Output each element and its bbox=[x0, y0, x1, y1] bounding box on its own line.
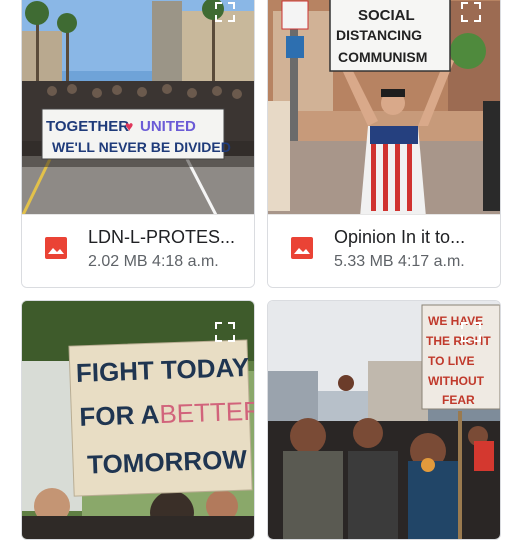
expand-icon[interactable] bbox=[214, 321, 236, 343]
file-details: 2.02 MB 4:18 a.m. bbox=[88, 253, 219, 271]
sign-text-better: BETTER bbox=[159, 396, 254, 430]
sign-text-line5: FEAR bbox=[442, 393, 475, 407]
file-card[interactable]: WE HAVE THE RIGHT TO LIVE WITHOUT FEAR bbox=[267, 300, 501, 540]
file-time: 4:17 a.m. bbox=[398, 253, 465, 270]
sign-text-line1: FIGHT TODAY bbox=[75, 352, 249, 388]
file-card[interactable]: TOGETHER ♥ UNITED WE'LL NEVER BE DIVIDED… bbox=[21, 0, 255, 288]
sign-text-line1: SOCIAL bbox=[358, 7, 415, 24]
sign-text-line3: TOMORROW bbox=[87, 444, 248, 480]
protest-photo-2: SOCIAL DISTANCING COMMUNISM bbox=[268, 0, 500, 217]
image-thumbnail[interactable]: TOGETHER ♥ UNITED WE'LL NEVER BE DIVIDED bbox=[22, 0, 254, 217]
expand-icon[interactable] bbox=[214, 1, 236, 23]
file-size: 5.33 MB bbox=[334, 253, 394, 270]
svg-text:♥: ♥ bbox=[125, 118, 133, 134]
sign-text-united: UNITED bbox=[140, 118, 196, 135]
protest-photo-1: TOGETHER ♥ UNITED WE'LL NEVER BE DIVIDED bbox=[22, 0, 254, 217]
file-meta: LDN-L-PROTES... 2.02 MB 4:18 a.m. bbox=[22, 214, 254, 287]
sign-text-line1: TOGETHER bbox=[46, 118, 129, 135]
sign-text-line3: COMMUNISM bbox=[338, 49, 427, 65]
image-file-icon bbox=[291, 237, 313, 259]
sign-text-line3: TO LIVE bbox=[428, 354, 474, 368]
image-thumbnail[interactable]: SOCIAL DISTANCING COMMUNISM bbox=[268, 0, 500, 217]
file-size: 2.02 MB bbox=[88, 253, 148, 270]
file-card[interactable]: FIGHT TODAY FOR A BETTER TOMORROW bbox=[21, 300, 255, 540]
sign-text-line2: DISTANCING bbox=[336, 27, 422, 43]
expand-icon[interactable] bbox=[460, 1, 482, 23]
sign-text-line2: FOR A bbox=[79, 399, 160, 432]
sign-text-line2: WE'LL NEVER BE DIVIDED bbox=[52, 139, 231, 155]
sign-text-line4: WITHOUT bbox=[428, 374, 485, 388]
file-name: LDN-L-PROTES... bbox=[88, 227, 236, 247]
expand-icon[interactable] bbox=[460, 321, 482, 343]
image-thumbnail[interactable]: FIGHT TODAY FOR A BETTER TOMORROW bbox=[22, 301, 254, 539]
file-name: Opinion In it to... bbox=[334, 227, 466, 247]
file-meta: Opinion In it to... 5.33 MB 4:17 a.m. bbox=[268, 214, 500, 287]
file-details: 5.33 MB 4:17 a.m. bbox=[334, 253, 465, 271]
file-card[interactable]: SOCIAL DISTANCING COMMUNISM Opinion In i… bbox=[267, 0, 501, 288]
image-thumbnail[interactable]: WE HAVE THE RIGHT TO LIVE WITHOUT FEAR bbox=[268, 301, 500, 539]
image-file-icon bbox=[45, 237, 67, 259]
file-time: 4:18 a.m. bbox=[152, 253, 219, 270]
